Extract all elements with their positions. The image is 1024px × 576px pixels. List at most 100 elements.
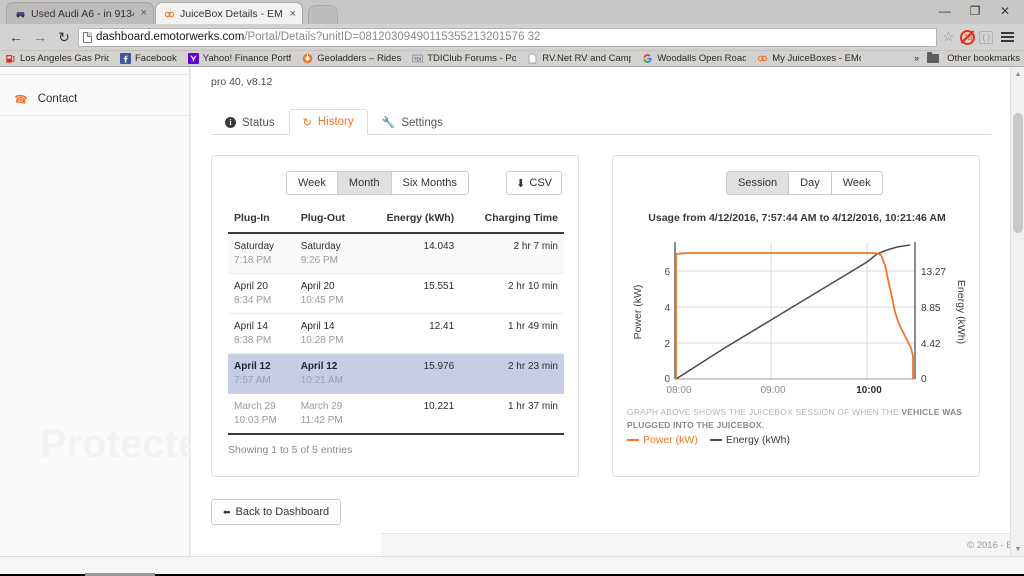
forward-icon[interactable]: → (30, 27, 50, 47)
other-bookmarks-label[interactable]: Other bookmarks (947, 53, 1020, 64)
bookmark-item[interactable]: RV.Net RV and Camp (527, 53, 631, 64)
legend-item-energy: Energy (kWh) (709, 434, 791, 446)
table-row[interactable]: March 29 10:03 PM March 29 11:42 PM 10.2… (228, 393, 564, 435)
cell-plug-out: April 12 10:21 AM (294, 353, 364, 394)
close-icon[interactable]: × (290, 8, 296, 20)
back-icon[interactable]: ← (6, 27, 26, 47)
scroll-down-icon[interactable]: ▼ (1011, 542, 1024, 556)
chart-caption: GRAPH ABOVE SHOWS THE JUICEBOX SESSION O… (627, 406, 967, 432)
bookmark-item[interactable]: Los Angeles Gas Pric (5, 53, 109, 64)
plug-in-date: April 14 (234, 321, 268, 332)
reload-icon[interactable]: ↻ (54, 27, 74, 47)
bookmark-star-icon[interactable]: ☆ (941, 29, 957, 45)
bookmark-item[interactable]: Woodalls Open Road (642, 53, 746, 64)
plug-out-date: April 12 (300, 361, 338, 372)
svg-text:10:00: 10:00 (856, 385, 882, 396)
table-row[interactable]: April 14 8:38 PM April 14 10:28 PM 12.41… (228, 313, 564, 354)
svg-text:13.27: 13.27 (921, 267, 946, 278)
table-row-selected[interactable]: April 12 7:57 AM April 12 10:21 AM 15.97… (228, 353, 564, 394)
bookmark-item[interactable]: TDI TDIClub Forums - Po (412, 53, 516, 64)
hamburger-icon[interactable] (997, 32, 1018, 42)
csv-export-button[interactable]: ⬇ CSV (506, 171, 562, 195)
close-icon[interactable]: × (141, 8, 147, 19)
adblock-extension-icon[interactable]: JB (960, 29, 976, 45)
bookmark-label: Woodalls Open Road (657, 53, 747, 64)
main-content: Protected pro 40, v8.12 i Status ↻ Histo… (190, 67, 1024, 556)
plug-out-time: 10:21 AM (300, 374, 343, 386)
cell-plug-in: March 29 10:03 PM (228, 393, 295, 435)
bookmark-label: Los Angeles Gas Pric (20, 53, 109, 64)
scroll-up-icon[interactable]: ▲ (1011, 67, 1024, 81)
page-info-icon[interactable] (83, 31, 92, 43)
bookmark-item[interactable]: Yahoo! Finance Portf (187, 53, 291, 64)
range-six-months-button[interactable]: Six Months (391, 171, 469, 195)
svg-text:2: 2 (664, 339, 670, 350)
chart-svg: 6 4 2 0 13.27 8.85 4.42 0 08:00 09:00 10… (632, 242, 967, 396)
cell-energy: 14.043 (363, 233, 461, 274)
range-month-button[interactable]: Month (337, 171, 392, 195)
car-icon (16, 12, 25, 18)
browser-tab-0[interactable]: Used Audi A6 - in 91344 - × (6, 2, 154, 24)
new-tab-button[interactable] (308, 5, 338, 24)
browser-tab-title: Used Audi A6 - in 91344 - (31, 7, 134, 20)
column-plug-in[interactable]: Plug-In (228, 208, 295, 234)
address-bar[interactable]: dashboard.emotorwerks.com/Portal/Details… (78, 27, 937, 47)
chart-panel: Session Day Week Usage from 4/12/2016, 7… (612, 155, 980, 477)
plug-out-date: April 14 (300, 321, 335, 332)
column-energy[interactable]: Energy (kWh) (363, 208, 461, 234)
tab-settings[interactable]: 🔧 Settings (368, 109, 457, 135)
page-icon (528, 53, 537, 64)
maximize-button[interactable]: ❐ (960, 0, 990, 21)
chart-title: Usage from 4/12/2016, 7:57:44 AM to 4/12… (648, 212, 946, 224)
chart-right-ticks: 13.27 8.85 4.42 0 (921, 267, 946, 385)
tab-status[interactable]: i Status (211, 109, 289, 135)
usage-chart[interactable]: 6 4 2 0 13.27 8.85 4.42 0 08:00 09:00 10… (627, 232, 967, 397)
range-week-button[interactable]: Week (286, 171, 338, 195)
svg-text:0: 0 (664, 374, 670, 385)
column-charging-time[interactable]: Charging Time (460, 208, 564, 234)
table-header-row: Plug-In Plug-Out Energy (kWh) Charging T… (228, 208, 564, 234)
wrench-icon: 🔧 (381, 117, 396, 129)
table-row[interactable]: April 20 8:34 PM April 20 10:45 PM 15.55… (228, 273, 564, 314)
bookmark-item[interactable]: Geoladders – Rides (302, 53, 401, 64)
chart-left-axis-label: Power (kW) (632, 285, 644, 340)
chart-range-day-button[interactable]: Day (789, 171, 832, 195)
back-button-label: Back to Dashboard (235, 506, 330, 518)
sidebar-item-contact[interactable]: ☎ Contact (0, 83, 190, 116)
scrollbar-thumb[interactable] (1013, 113, 1023, 233)
bookmark-item[interactable]: Facebook (120, 53, 177, 64)
plug-out-time: 9:26 PM (300, 254, 338, 266)
url-text: dashboard.emotorwerks.com/Portal/Details… (96, 31, 540, 43)
bookmark-label: My JuiceBoxes - EMo (772, 53, 862, 64)
minimize-button[interactable]: — (930, 0, 960, 21)
vertical-scrollbar[interactable]: ▲ ▼ (1010, 67, 1024, 556)
table-row[interactable]: Saturday 7:18 PM Saturday 9:26 PM 14.043… (228, 233, 564, 274)
back-to-dashboard-button[interactable]: ⬅ Back to Dashboard (211, 499, 342, 525)
bookmarks-overflow-icon[interactable]: » (914, 53, 919, 64)
sidebar-divider (0, 74, 190, 75)
window-controls: — ❐ ✕ (930, 0, 1020, 21)
tab-strip: Used Audi A6 - in 91344 - × JuiceBox Det… (0, 0, 1024, 25)
cell-charging-time: 2 hr 7 min (460, 233, 564, 274)
chart-legend: Power (kW) Energy (kWh) (627, 434, 790, 446)
tab-history[interactable]: ↻ History (288, 109, 368, 135)
extension-icon[interactable]: ( ) (979, 30, 993, 44)
browser-tab-1[interactable]: JuiceBox Details - EMotor × (155, 2, 303, 25)
bookmark-label: RV.Net RV and Camp (542, 53, 632, 64)
svg-text:8.85: 8.85 (921, 303, 941, 314)
chart-range-session-button[interactable]: Session (726, 171, 790, 195)
csv-label: CSV (529, 177, 552, 189)
bookmark-item[interactable]: My JuiceBoxes - EMo (757, 53, 861, 64)
cell-plug-in: April 12 7:57 AM (228, 353, 295, 394)
legend-label-energy: Energy (kWh) (725, 434, 791, 446)
cell-energy: 10.221 (363, 393, 461, 435)
cell-charging-time: 2 hr 23 min (460, 353, 564, 394)
cell-plug-in: Saturday 7:18 PM (228, 233, 295, 274)
column-plug-out[interactable]: Plug-Out (294, 208, 364, 234)
info-icon: i (225, 117, 236, 128)
chart-range-week-button[interactable]: Week (831, 171, 883, 195)
window-close-button[interactable]: ✕ (990, 0, 1020, 21)
table-head: Plug-In Plug-Out Energy (kWh) Charging T… (228, 208, 564, 234)
cell-energy: 12.41 (363, 313, 461, 354)
chart-left-ticks: 6 4 2 0 (664, 267, 670, 385)
